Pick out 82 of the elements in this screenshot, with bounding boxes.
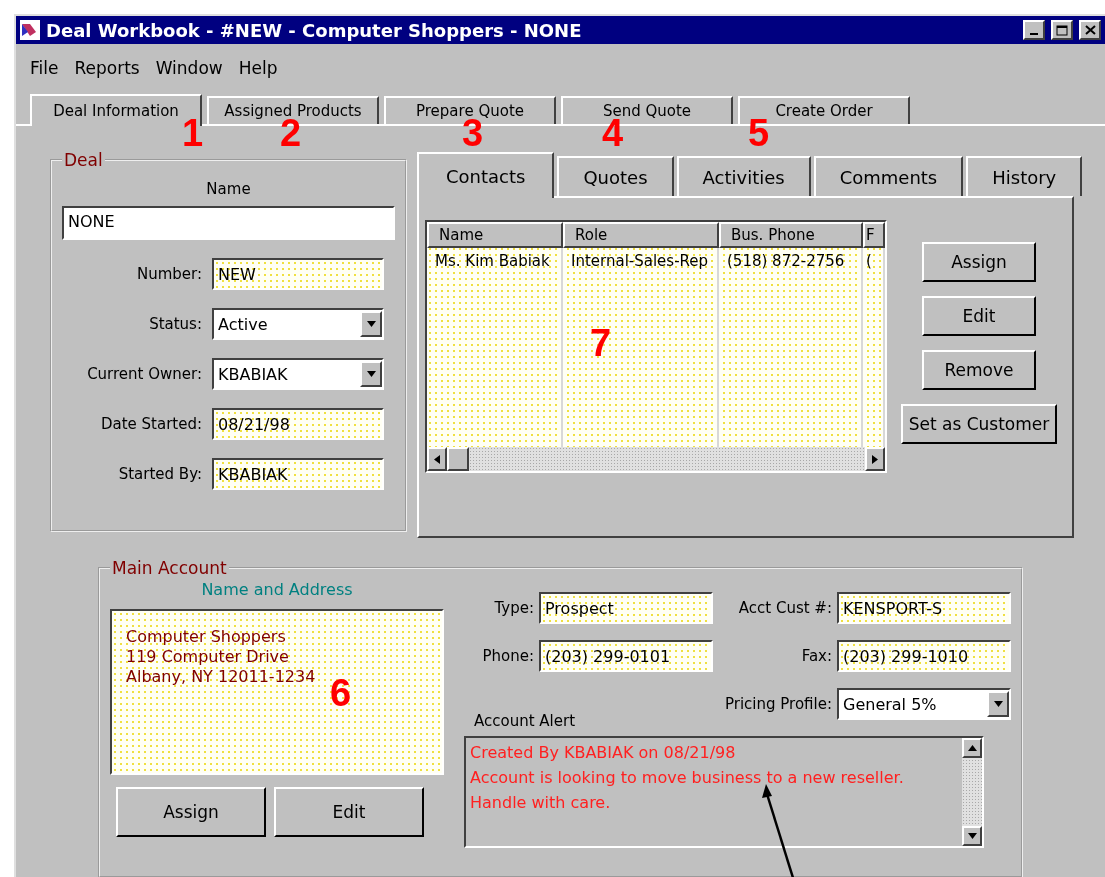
action-button[interactable]: Edit — [274, 787, 424, 837]
down-arrow-icon — [993, 701, 1003, 707]
alert-line: Handle with care. — [470, 792, 612, 814]
input-field[interactable]: KENSPORT-S — [837, 592, 1011, 624]
address-line: 119 Computer Drive — [126, 647, 290, 667]
dropdown[interactable]: KBABIAK — [212, 358, 384, 390]
field-label: Type: — [493, 599, 534, 617]
column-header[interactable]: Role — [563, 222, 719, 248]
field-label: Phone: — [481, 647, 534, 665]
alert-line: Account is looking to move business to a new reseller. — [470, 767, 905, 789]
table-cell-text: Ms. Kim Babiak — [434, 251, 551, 270]
maximize-icon — [1056, 24, 1068, 36]
input-field[interactable]: 08/21/98 — [212, 408, 384, 440]
scroll-up-button[interactable] — [962, 738, 982, 758]
tab[interactable]: Quotes — [557, 156, 674, 196]
action-button[interactable]: Remove — [922, 350, 1036, 390]
address-line: Albany, NY 12011-1234 — [126, 667, 317, 687]
field-label: Account Alert — [474, 712, 577, 730]
section-label: Name and Address — [200, 580, 354, 599]
scroll-left-button[interactable] — [427, 447, 447, 471]
tab[interactable]: Comments — [813, 156, 964, 196]
maximize-button[interactable] — [1051, 20, 1073, 40]
input-field[interactable]: NONE — [62, 206, 395, 240]
dropdown-button[interactable] — [360, 361, 382, 387]
table-cell-text: ( — [865, 251, 873, 270]
minimize-icon — [1030, 33, 1038, 35]
menu-item[interactable]: Help — [232, 58, 284, 78]
menu-item[interactable]: Reports — [68, 58, 146, 78]
down-arrow-icon — [366, 371, 376, 377]
scrollbar[interactable] — [962, 738, 982, 846]
input-field[interactable]: Prospect — [539, 592, 713, 624]
column-header[interactable]: Bus. Phone — [719, 222, 863, 248]
dropdown[interactable]: General 5% — [837, 688, 1011, 720]
field-label: Fax: — [800, 647, 832, 665]
menu-item[interactable]: File — [24, 58, 65, 78]
tab[interactable]: Activities — [676, 156, 811, 196]
window-title: Deal Workbook - #NEW - Computer Shoppers - NONE — [46, 19, 583, 41]
callout-number: 7 — [590, 324, 612, 362]
close-icon — [1084, 25, 1096, 35]
field-label: Date Started: — [99, 415, 202, 433]
table-cell-text: (518) 872-2756 — [726, 251, 846, 270]
minimize-button[interactable] — [1023, 20, 1045, 40]
action-button[interactable]: Edit — [922, 296, 1036, 336]
group-title: Main Account — [111, 558, 228, 578]
field-label: Acct Cust #: — [737, 599, 832, 617]
scroll-down-button[interactable] — [962, 826, 982, 846]
field-label: Started By: — [117, 465, 202, 483]
input-field[interactable]: KBABIAK — [212, 458, 384, 490]
down-arrow-icon — [366, 321, 376, 327]
dropdown-button[interactable] — [360, 311, 382, 337]
field-label: Status: — [148, 315, 202, 333]
left-arrow-icon — [434, 454, 440, 464]
input-field[interactable]: NEW — [212, 258, 384, 290]
field-label: Pricing Profile: — [723, 695, 832, 713]
menu-item[interactable]: Window — [149, 58, 229, 78]
field-label: Name — [205, 180, 252, 198]
scroll-thumb[interactable] — [447, 447, 469, 471]
up-arrow-icon — [967, 745, 977, 751]
app-icon — [20, 20, 40, 40]
field-label: Current Owner: — [86, 365, 202, 383]
group-title: Deal — [63, 150, 104, 170]
table-cell-text: Internal-Sales-Rep — [570, 251, 710, 270]
tab[interactable]: History — [966, 156, 1083, 196]
address-line: Computer Shoppers — [126, 627, 287, 647]
tab[interactable]: Contacts — [417, 152, 555, 198]
alert-line: Created By KBABIAK on 08/21/98 — [470, 742, 737, 764]
down-arrow-icon — [967, 833, 977, 839]
action-button[interactable]: Assign — [116, 787, 266, 837]
input-field[interactable]: (203) 299-1010 — [837, 640, 1011, 672]
scroll-right-button[interactable] — [865, 447, 885, 471]
column-header[interactable]: F — [863, 222, 885, 248]
column-header[interactable]: Name — [427, 222, 563, 248]
right-arrow-icon — [872, 454, 878, 464]
callout-number: 6 — [330, 674, 352, 712]
field-label: Number: — [135, 265, 202, 283]
action-button[interactable]: Assign — [922, 242, 1036, 282]
close-button[interactable] — [1079, 20, 1101, 40]
action-button[interactable]: Set as Customer — [901, 404, 1057, 444]
input-field[interactable]: (203) 299-0101 — [539, 640, 713, 672]
dropdown[interactable]: Active — [212, 308, 384, 340]
dropdown-button[interactable] — [987, 691, 1009, 717]
scrollbar[interactable] — [427, 447, 885, 471]
